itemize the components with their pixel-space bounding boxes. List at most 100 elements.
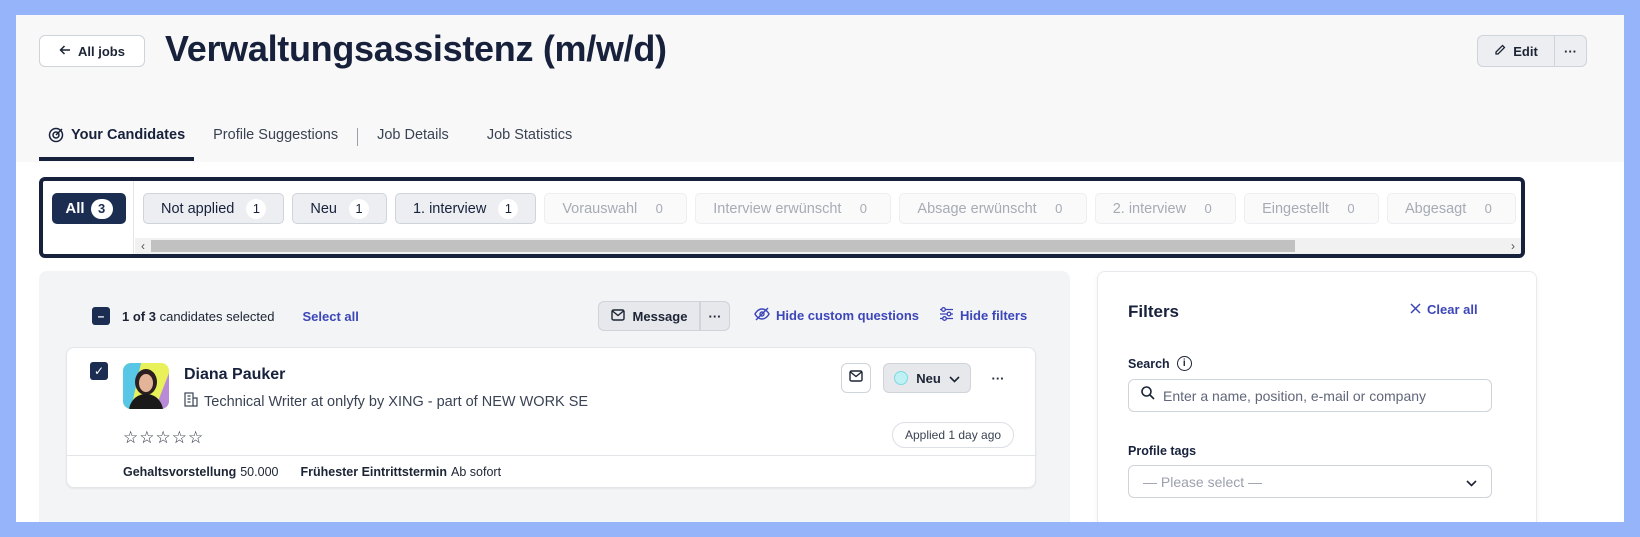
selection-suffix: candidates selected [159, 308, 275, 324]
tab-label: Job Statistics [486, 127, 573, 143]
stage-vorauswahl[interactable]: Vorauswahl 0 [544, 193, 688, 224]
job-tabs: Your Candidates Profile Suggestions Job … [39, 121, 591, 161]
edit-job-button[interactable]: Edit [1477, 35, 1555, 67]
chevron-down-icon [949, 371, 960, 386]
stage-interview-erwuenscht[interactable]: Interview erwünscht 0 [695, 193, 892, 224]
start-value: Ab sofort [451, 465, 502, 479]
envelope-icon [849, 369, 863, 387]
stage-label: All [65, 200, 85, 217]
tab-profile-suggestions[interactable]: Profile Suggestions [194, 121, 357, 161]
stage-2-interview[interactable]: 2. interview 0 [1094, 193, 1237, 224]
message-more-button[interactable]: ··· [700, 301, 730, 331]
salary-value: 50.000 [240, 465, 279, 479]
hide-custom-questions-button[interactable]: Hide custom questions [754, 307, 919, 324]
rating-stars[interactable]: ☆ ☆ ☆ ☆ ☆ [123, 428, 203, 448]
stage-label: Vorauswahl [562, 200, 638, 217]
stage-count: 0 [859, 201, 868, 216]
send-message-button[interactable] [841, 363, 871, 393]
select-all-link[interactable]: Select all [303, 309, 359, 324]
tab-job-details[interactable]: Job Details [358, 121, 468, 161]
candidates-panel: – 1 of 3 candidates selected Select all … [39, 271, 1070, 522]
stage-count: 1 [246, 198, 267, 219]
star-icon[interactable]: ☆ [123, 428, 138, 448]
page-title: Verwaltungsassistenz (m/w/d) [165, 28, 667, 69]
stage-count: 0 [1347, 201, 1355, 216]
tab-job-statistics[interactable]: Job Statistics [468, 121, 591, 161]
stage-eingestellt[interactable]: Eingestellt 0 [1244, 193, 1379, 224]
stage-label: Not applied [161, 200, 235, 217]
tab-your-candidates[interactable]: Your Candidates [39, 121, 195, 161]
stage-abgesagt[interactable]: Abgesagt 0 [1386, 193, 1517, 224]
start-date-field: Frühester Eintrittstermin Ab sofort [300, 465, 501, 479]
status-dot-icon [894, 371, 909, 385]
sliders-icon [939, 307, 954, 324]
search-field[interactable] [1128, 379, 1492, 412]
status-dropdown[interactable]: Neu [883, 363, 971, 393]
selection-row: – 1 of 3 candidates selected Select all [92, 307, 359, 325]
stage-count-badge: 3 [90, 198, 113, 219]
stage-label: Absage erwünscht [917, 200, 1037, 217]
clear-all-label: Clear all [1427, 302, 1478, 317]
chevron-down-icon [1466, 474, 1477, 490]
stage-not-applied[interactable]: Not applied 1 [143, 193, 285, 224]
stage-all[interactable]: All 3 [52, 193, 126, 224]
profile-tags-placeholder: — Please select — [1143, 473, 1263, 490]
search-input[interactable] [1163, 387, 1479, 404]
selection-summary: 1 of 3 candidates selected [122, 309, 275, 324]
stage-absage-erwuenscht[interactable]: Absage erwünscht 0 [899, 193, 1087, 224]
scroll-left-icon[interactable]: ‹ [135, 238, 151, 254]
stage-scrollbar[interactable]: ‹ › [135, 238, 1521, 254]
bulk-select-checkbox[interactable]: – [92, 307, 110, 325]
selection-count: 1 of 3 [122, 308, 156, 324]
search-label-text: Search [1128, 356, 1170, 371]
clear-all-button[interactable]: Clear all [1410, 302, 1478, 317]
avatar [123, 363, 169, 409]
eye-off-icon [754, 307, 770, 324]
message-button[interactable]: Message [598, 301, 700, 331]
stage-count: 0 [1484, 201, 1492, 216]
info-icon[interactable]: i [1176, 356, 1192, 371]
scroll-right-icon[interactable]: › [1505, 238, 1521, 254]
star-icon[interactable]: ☆ [139, 428, 154, 448]
stage-neu[interactable]: Neu 1 [292, 193, 387, 224]
search-label: Search i [1128, 356, 1192, 371]
salary-field: Gehaltsvorstellung 50.000 [123, 465, 278, 479]
star-icon[interactable]: ☆ [188, 428, 203, 448]
stage-count: 1 [348, 198, 369, 219]
stage-divider [133, 181, 134, 254]
candidate-more-button[interactable]: ··· [983, 363, 1013, 393]
stage-count: 0 [1055, 201, 1063, 216]
scrollbar-thumb[interactable] [151, 240, 1295, 252]
tab-label: Job Details [377, 127, 449, 143]
stage-label: Neu [310, 200, 337, 217]
stage-count: 1 [498, 198, 519, 219]
stage-1-interview[interactable]: 1. interview 1 [394, 193, 537, 224]
target-icon [48, 127, 64, 147]
candidate-card[interactable]: ✓ Diana Pauker Technical Writer at onlyf… [66, 347, 1036, 488]
card-divider [67, 455, 1035, 456]
stage-count: 0 [1204, 201, 1212, 216]
back-to-all-jobs-button[interactable]: All jobs [39, 35, 145, 67]
tab-label: Profile Suggestions [213, 127, 339, 143]
hide-filters-label: Hide filters [960, 308, 1028, 323]
pencil-icon [1494, 44, 1506, 59]
candidate-name[interactable]: Diana Pauker [184, 366, 285, 384]
candidate-checkbox[interactable]: ✓ [90, 362, 108, 380]
star-icon[interactable]: ☆ [172, 428, 187, 448]
arrow-left-icon [59, 44, 71, 59]
pipeline-stage-bar: All 3 Not applied 1 Neu 1 1. interview 1 Vo… [39, 177, 1525, 258]
page-header: All jobs Verwaltungsassistenz (m/w/d) Ed… [16, 15, 1624, 162]
search-icon [1141, 386, 1155, 405]
stage-label: 2. interview [1112, 200, 1187, 217]
stage-count: 0 [655, 201, 663, 216]
job-more-button[interactable]: ··· [1555, 35, 1587, 67]
edit-label: Edit [1513, 43, 1538, 59]
stage-list: Not applied 1 Neu 1 1. interview 1 Vorauswa… [143, 193, 1517, 224]
profile-tags-select[interactable]: — Please select — [1128, 465, 1492, 498]
stage-label: Abgesagt [1404, 200, 1467, 217]
stage-label: Eingestellt [1262, 200, 1329, 217]
position-text: Technical Writer at onlyfy by XING - par… [204, 393, 589, 410]
star-icon[interactable]: ☆ [156, 428, 171, 448]
filters-panel: Filters Clear all Search i Profile tags … [1097, 271, 1537, 522]
hide-filters-button[interactable]: Hide filters [939, 307, 1027, 324]
